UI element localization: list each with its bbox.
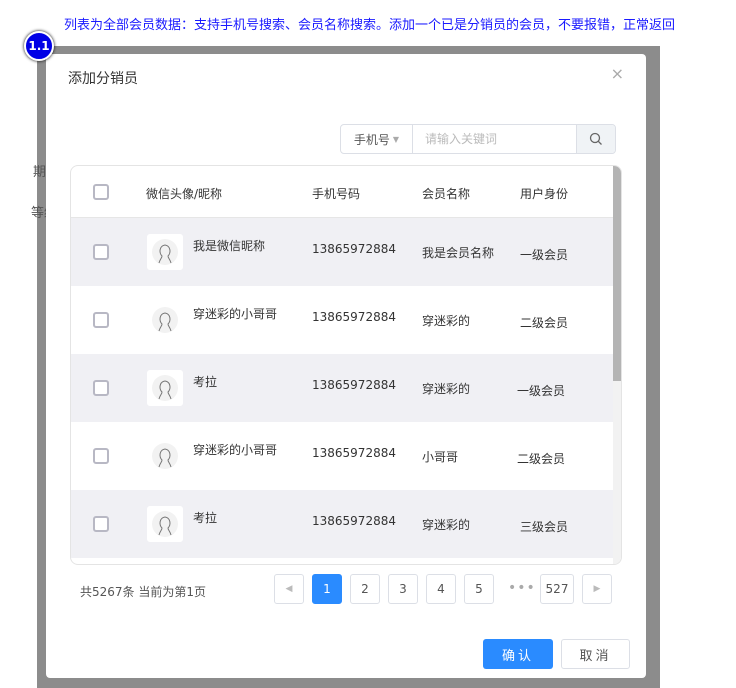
caret-left-icon: ◀ [285,584,293,594]
member-name: 穿迷彩的 [422,518,471,532]
row-checkbox[interactable] [93,448,109,464]
search-input[interactable] [413,125,576,153]
search-bar: 手机号 ▼ [340,124,616,154]
member-name: 小哥哥 [422,450,459,464]
caret-down-icon: ▼ [392,134,400,144]
user-level: 二级会员 [517,452,566,466]
page-527[interactable]: 527 [540,574,574,604]
confirm-button[interactable]: 确认 [483,639,553,669]
phone: 13865972884 [312,310,396,324]
row-checkbox[interactable] [93,244,109,260]
header-user-level: 用户身份 [520,187,569,201]
search-type-select[interactable]: 手机号 ▼ [341,125,413,153]
dialog-title: 添加分销员 [68,71,138,87]
nickname: 我是微信昵称 [193,239,266,253]
phone: 13865972884 [312,446,396,460]
nickname: 考拉 [193,511,218,525]
annotation-text: 列表为全部会员数据：支持手机号搜索、会员名称搜索。添加一个已是分销员的会员，不要… [64,18,676,33]
user-level: 一级会员 [517,384,566,398]
next-page-button[interactable]: ▶ [582,574,612,604]
phone: 13865972884 [312,242,396,256]
default-avatar-icon [152,375,178,401]
pagination-ellipsis[interactable]: ••• [508,580,536,596]
table-row[interactable]: 考拉 13865972884 穿迷彩的 三级会员 [71,490,614,558]
avatar [147,438,183,474]
user-level: 三级会员 [520,520,569,534]
nickname: 穿迷彩的小哥哥 [193,443,278,457]
row-checkbox[interactable] [93,516,109,532]
search-icon [589,132,602,145]
default-avatar-icon [152,511,178,537]
default-avatar-icon [152,443,178,469]
annotation-badge: 1.1 [24,31,54,61]
page-5[interactable]: 5 [464,574,494,604]
user-level: 一级会员 [520,248,569,262]
header-phone: 手机号码 [312,187,361,201]
table-row[interactable]: 考拉 13865972884 穿迷彩的 一级会员 [71,354,614,422]
table-row[interactable]: 穿迷彩的小哥哥 13865972884 小哥哥 二级会员 [71,422,614,490]
table-row[interactable]: 穿迷彩的小哥哥 13865972884 穿迷彩的 二级会员 [71,286,614,354]
row-checkbox[interactable] [93,380,109,396]
avatar [147,234,183,270]
page-3[interactable]: 3 [388,574,418,604]
phone: 13865972884 [312,378,396,392]
default-avatar-icon [152,239,178,265]
member-name: 我是会员名称 [422,246,495,260]
header-member-name: 会员名称 [422,187,471,201]
avatar [147,506,183,542]
cancel-button[interactable]: 取消 [561,639,630,669]
table-row[interactable]: 我是微信昵称 13865972884 我是会员名称 一级会员 [71,218,614,286]
add-distributor-dialog: 添加分销员 × 手机号▼ 微信头像/昵称 手机号码 会员名称 用户身份 我是微信… [46,54,646,678]
page-1[interactable]: 1 [312,574,342,604]
prev-page-button[interactable]: ◀ [274,574,304,604]
nickname: 穿迷彩的小哥哥 [193,307,278,321]
table-scrollbar[interactable] [613,166,621,564]
pagination-summary: 共5267条 当前为第1页 [80,585,206,599]
select-all-checkbox[interactable] [93,184,109,200]
user-level: 二级会员 [520,316,569,330]
header-avatar-nickname: 微信头像/昵称 [146,187,223,201]
member-table: 微信头像/昵称 手机号码 会员名称 用户身份 我是微信昵称 13865972884… [70,165,622,565]
row-checkbox[interactable] [93,312,109,328]
nickname: 考拉 [193,375,218,389]
search-type-label: 手机号 [353,132,390,147]
scrollbar-thumb[interactable] [613,166,621,381]
background-text: 期 [33,165,47,180]
avatar [147,302,183,338]
search-button[interactable] [576,125,615,153]
close-icon[interactable]: × [611,64,624,83]
page-2[interactable]: 2 [350,574,380,604]
member-name: 穿迷彩的 [422,314,471,328]
member-name: 穿迷彩的 [422,382,471,396]
caret-right-icon: ▶ [593,584,601,594]
default-avatar-icon [152,307,178,333]
phone: 13865972884 [312,514,396,528]
avatar [147,370,183,406]
table-header: 微信头像/昵称 手机号码 会员名称 用户身份 [71,166,614,218]
page-4[interactable]: 4 [426,574,456,604]
